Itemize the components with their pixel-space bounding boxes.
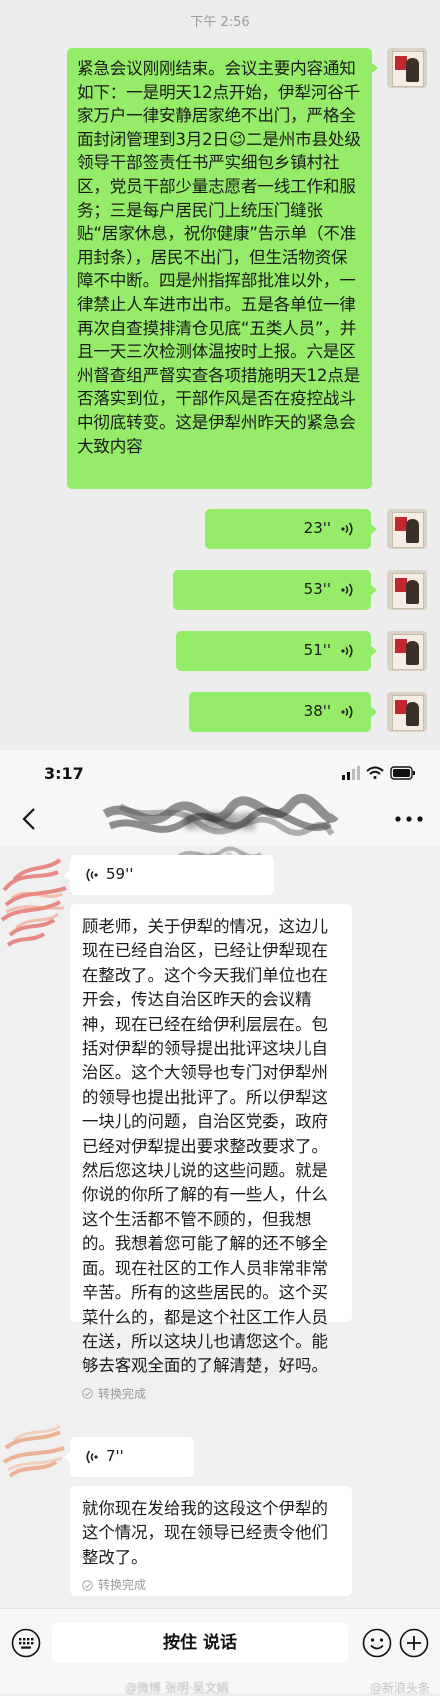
plus-icon[interactable] [399, 1628, 429, 1658]
voice-duration: 7'' [106, 1447, 124, 1465]
check-circle-icon [82, 1579, 93, 1591]
battery-icon [390, 766, 415, 780]
contact-avatar[interactable] [0, 1418, 72, 1498]
keyboard-icon[interactable] [11, 1628, 41, 1658]
chat-screenshot-1: 下午 2:56 紧急会议刚刚结束。会议主要内容通知如下：一是明天12点开始，伊犁… [0, 0, 440, 750]
user-avatar[interactable] [387, 631, 427, 671]
status-bar: 3:17 [0, 750, 440, 794]
signal-icon [342, 766, 360, 780]
voice-message[interactable]: 51'' [176, 631, 377, 671]
status-icons [342, 766, 415, 780]
user-avatar[interactable] [387, 509, 427, 549]
watermark: @微博 张明·吴文娟 [125, 1681, 229, 1695]
voice-transcript[interactable]: 就你现在发给我的这段这个伊犁的这个情况，现在领导已经责令他们整改了。 转换完成 [70, 1486, 352, 1596]
voice-duration: 53'' [303, 580, 331, 598]
voice-wave-icon [341, 705, 353, 719]
voice-transcript[interactable]: 顾老师，关于伊犁的情况，这边儿现在已经自治区，已经让伊犁现在在整改了。这个今天我… [70, 904, 352, 1401]
input-bar: 按住 说话 @微博 张明·吴文娟 @新浪头条 [0, 1608, 440, 1695]
voice-message[interactable]: 7'' [64, 1437, 194, 1477]
nav-bar: 新闻网信 [0, 794, 440, 846]
user-avatar[interactable] [387, 692, 427, 732]
watermark: @新浪头条 [369, 1681, 430, 1695]
voice-message[interactable]: 38'' [189, 692, 377, 732]
voice-wave-icon [86, 1450, 98, 1464]
voice-duration: 51'' [303, 641, 331, 659]
transcript-status-label: 转换完成 [98, 1386, 147, 1401]
voice-wave-icon [341, 644, 353, 658]
hold-to-talk-button[interactable]: 按住 说话 [52, 1623, 348, 1663]
user-avatar[interactable] [387, 48, 427, 88]
voice-duration: 38'' [303, 702, 331, 720]
transcript-text: 就你现在发给我的这段这个伊犁的这个情况，现在领导已经责令他们整改了。 [82, 1499, 328, 1567]
timestamp: 下午 2:56 [190, 15, 250, 30]
voice-duration: 23'' [303, 519, 331, 537]
more-options-icon[interactable] [392, 806, 426, 832]
contact-avatar[interactable] [0, 850, 72, 960]
back-icon[interactable] [18, 806, 44, 832]
wifi-icon [366, 766, 384, 779]
voice-message[interactable]: 23'' [205, 509, 377, 549]
check-circle-icon [82, 1388, 93, 1400]
status-time: 3:17 [44, 764, 84, 783]
voice-message[interactable]: 59'' [64, 855, 274, 895]
transcript-status-label: 转换完成 [98, 1578, 147, 1593]
voice-duration: 59'' [106, 865, 134, 883]
transcript-status: 转换完成 [82, 1387, 340, 1401]
emoji-icon[interactable] [362, 1628, 392, 1658]
transcript-status: 转换完成 [82, 1578, 340, 1592]
user-avatar[interactable] [387, 570, 427, 610]
redaction-scribble [102, 794, 339, 836]
transcript-text: 顾老师，关于伊犁的情况，这边儿现在已经自治区，已经让伊犁现在在整改了。这个今天我… [82, 917, 328, 1376]
voice-wave-icon [86, 868, 98, 882]
voice-message[interactable]: 53'' [173, 570, 377, 610]
voice-wave-icon [341, 522, 353, 536]
sent-text-message[interactable]: 紧急会议刚刚结束。会议主要内容通知如下：一是明天12点开始，伊犁河谷千家万户一律… [67, 48, 378, 489]
voice-wave-icon [341, 583, 353, 597]
chat-screenshot-2: 3:17 新闻网信 59'' 顾老师，关于伊犁的情况，这边儿现在已经自治区，已经… [0, 750, 440, 1695]
